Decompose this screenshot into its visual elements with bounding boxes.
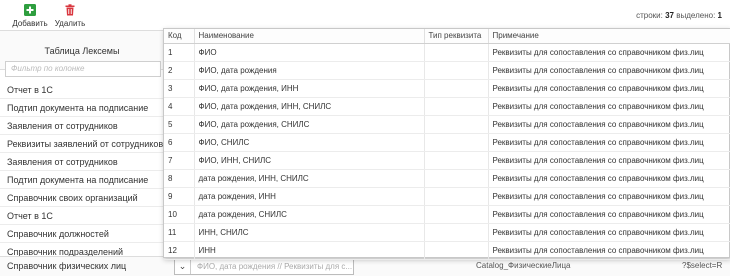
cell-note: Реквизиты для сопоставления со справочни… xyxy=(488,97,730,116)
rows-count: 37 xyxy=(665,11,675,20)
cell-type xyxy=(424,43,489,62)
table-row[interactable]: 5 ФИО, дата рождения, СНИЛС Реквизиты для … xyxy=(164,115,730,134)
requisites-combobox[interactable]: ⌄ ФИО, дата рождения // Реквизиты для с.… xyxy=(174,259,354,275)
chevron-down-icon[interactable]: ⌄ xyxy=(175,260,191,274)
cell-note: Реквизиты для сопоставления со справочни… xyxy=(488,43,730,62)
cell-type xyxy=(424,61,489,80)
cell-note: Реквизиты для сопоставления со справочни… xyxy=(488,79,730,98)
cell-note: Реквизиты для сопоставления со справочни… xyxy=(488,115,730,134)
cell-code: 7 xyxy=(164,151,195,170)
list-item[interactable]: Подтип документа на подписание xyxy=(0,99,165,117)
combobox-value: ФИО, дата рождения // Реквизиты для с... xyxy=(197,262,353,271)
cell-type xyxy=(424,187,489,206)
cell-note: Реквизиты для сопоставления со справочни… xyxy=(488,187,730,206)
cell-code: 8 xyxy=(164,169,195,188)
column-header-name[interactable]: Наименование xyxy=(194,29,425,44)
table-row[interactable]: 6 ФИО, СНИЛС Реквизиты для сопоставления с… xyxy=(164,133,730,152)
list-item[interactable]: Реквизиты заявлений от сотрудников xyxy=(0,135,165,153)
cell-type xyxy=(424,241,489,260)
table-row[interactable]: 2 ФИО, дата рождения Реквизиты для сопоста… xyxy=(164,61,730,80)
cell-name: ФИО, дата рождения xyxy=(194,61,425,80)
cell-name: ИНН, СНИЛС xyxy=(194,223,425,242)
delete-button-label: Удалить xyxy=(54,19,86,28)
selected-label: выделено: xyxy=(676,11,716,20)
table-row[interactable]: 10 дата рождения, СНИЛС Реквизиты для сопо… xyxy=(164,205,730,224)
header-row: Код Наименование Тип реквизита Примечани… xyxy=(164,29,730,44)
trash-icon xyxy=(65,4,75,16)
cell-type xyxy=(424,115,489,134)
cell-code: 5 xyxy=(164,115,195,134)
list-item[interactable]: Подтип документа на подписание xyxy=(0,171,165,189)
column-header-label: Таблица Лексемы xyxy=(44,46,120,56)
cell-type xyxy=(424,151,489,170)
cell-code: 9 xyxy=(164,187,195,206)
add-button-label: Добавить xyxy=(12,19,48,28)
cell-name: ФИО, дата рождения, ИНН, СНИЛС xyxy=(194,97,425,116)
toolbar: Добавить Удалить строки: 37 выделено: 1 xyxy=(0,0,730,30)
left-grid: Таблица Лексемы Фильтр по колонке Отчет … xyxy=(0,30,165,276)
delete-button[interactable]: Удалить xyxy=(52,4,88,28)
cell-name: ФИО, дата рождения, ИНН xyxy=(194,79,425,98)
table-row[interactable]: 1 ФИО Реквизиты для сопоставления со справ… xyxy=(164,43,730,62)
list-item[interactable]: Заявления от сотрудников xyxy=(0,117,165,135)
row-first-cell: Справочник физических лиц xyxy=(7,261,127,271)
cell-name: ФИО, СНИЛС xyxy=(194,133,425,152)
left-rows: Отчет в 1С Подтип документа на подписание… xyxy=(0,81,165,261)
column-header-code[interactable]: Код xyxy=(164,29,195,44)
table-row[interactable]: 9 дата рождения, ИНН Реквизиты для сопоста… xyxy=(164,187,730,206)
table-row[interactable]: 3 ФИО, дата рождения, ИНН Реквизиты для со… xyxy=(164,79,730,98)
list-item[interactable]: Справочник должностей xyxy=(0,225,165,243)
cell-code: 1 xyxy=(164,43,195,62)
cell-name: дата рождения, ИНН, СНИЛС xyxy=(194,169,425,188)
cell-note: Реквизиты для сопоставления со справочни… xyxy=(488,151,730,170)
cell-type xyxy=(424,133,489,152)
table-row[interactable]: 11 ИНН, СНИЛС Реквизиты для сопоставления … xyxy=(164,223,730,242)
cell-type xyxy=(424,205,489,224)
rows-label: строки: xyxy=(636,11,663,20)
cell-note: Реквизиты для сопоставления со справочни… xyxy=(488,241,730,260)
list-item[interactable]: Отчет в 1С xyxy=(0,81,165,99)
list-item[interactable]: Справочник своих организаций xyxy=(0,189,165,207)
cell-code: 12 xyxy=(164,241,195,260)
cell-note: Реквизиты для сопоставления со справочни… xyxy=(488,205,730,224)
cell-type xyxy=(424,169,489,188)
add-button[interactable]: Добавить xyxy=(12,4,48,28)
list-item[interactable]: Заявления от сотрудников xyxy=(0,153,165,171)
cell-name: дата рождения, СНИЛС xyxy=(194,205,425,224)
cell-note: Реквизиты для сопоставления со справочни… xyxy=(488,133,730,152)
cell-code: 2 xyxy=(164,61,195,80)
add-icon xyxy=(24,4,36,16)
table-row[interactable]: 7 ФИО, ИНН, СНИЛС Реквизиты для сопоставле… xyxy=(164,151,730,170)
cell-name: ИНН xyxy=(194,241,425,260)
cell-code: 4 xyxy=(164,97,195,116)
column-filter-input[interactable]: Фильтр по колонке xyxy=(5,61,161,77)
cell-code: 3 xyxy=(164,79,195,98)
cell-type xyxy=(424,223,489,242)
column-header-note[interactable]: Примечание xyxy=(488,29,730,44)
cell-code: 10 xyxy=(164,205,195,224)
table-row[interactable]: 8 дата рождения, ИНН, СНИЛС Реквизиты для … xyxy=(164,169,730,188)
cell-name: дата рождения, ИНН xyxy=(194,187,425,206)
column-header-type[interactable]: Тип реквизита xyxy=(424,29,489,44)
cell-note: Реквизиты для сопоставления со справочни… xyxy=(488,223,730,242)
catalog-cell: Catalog_ФизическиеЛица xyxy=(476,261,571,270)
list-item[interactable]: Отчет в 1С xyxy=(0,207,165,225)
requisites-dropdown: Код Наименование Тип реквизита Примечани… xyxy=(163,28,730,260)
row-counter: строки: 37 выделено: 1 xyxy=(636,11,722,20)
cell-type xyxy=(424,97,489,116)
cell-name: ФИО, дата рождения, СНИЛС xyxy=(194,115,425,134)
cell-code: 6 xyxy=(164,133,195,152)
cell-type xyxy=(424,79,489,98)
cell-note: Реквизиты для сопоставления со справочни… xyxy=(488,61,730,80)
select-query-cell: ?$select=R xyxy=(682,261,723,270)
cell-code: 11 xyxy=(164,223,195,242)
table-row[interactable]: 4 ФИО, дата рождения, ИНН, СНИЛС Реквизиты… xyxy=(164,97,730,116)
cell-note: Реквизиты для сопоставления со справочни… xyxy=(488,169,730,188)
requisites-table: Код Наименование Тип реквизита Примечани… xyxy=(164,29,730,260)
cell-name: ФИО xyxy=(194,43,425,62)
table-row[interactable]: 12 ИНН Реквизиты для сопоставления со спра… xyxy=(164,241,730,260)
selected-count: 1 xyxy=(717,11,722,20)
cell-name: ФИО, ИНН, СНИЛС xyxy=(194,151,425,170)
